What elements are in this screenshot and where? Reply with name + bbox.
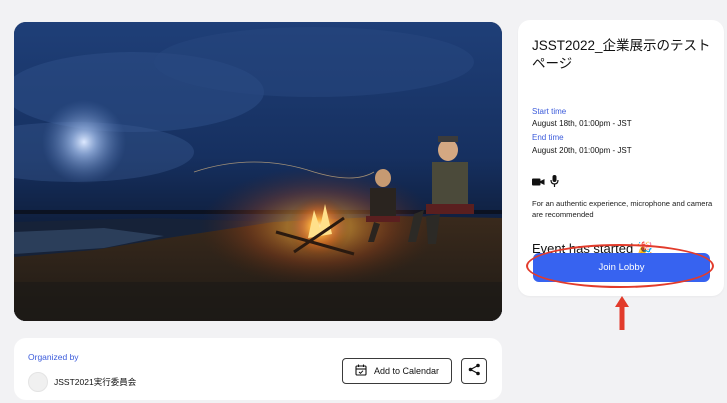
arrow-up-icon — [615, 296, 629, 330]
add-to-calendar-label: Add to Calendar — [374, 366, 440, 376]
device-notice: For an authentic experience, microphone … — [532, 199, 713, 219]
share-icon — [468, 363, 481, 379]
end-time-label: End time — [532, 133, 564, 142]
event-hero-image — [14, 22, 502, 321]
calendar-icon — [355, 364, 367, 378]
device-icons — [532, 174, 559, 192]
share-button[interactable] — [461, 358, 487, 384]
organizer-name[interactable]: JSST2021実行委員会 — [54, 376, 136, 388]
start-time-value: August 18th, 01:00pm - JST — [532, 119, 632, 128]
organized-by-label: Organized by — [28, 352, 79, 362]
microphone-icon — [550, 174, 559, 192]
join-lobby-button[interactable]: Join Lobby — [533, 253, 710, 282]
end-time-value: August 20th, 01:00pm - JST — [532, 146, 632, 155]
event-title: JSST2022_企業展示のテストページ — [532, 38, 711, 71]
organizer-avatar — [28, 372, 48, 392]
camera-icon — [532, 174, 545, 192]
start-time-label: Start time — [532, 107, 567, 116]
add-to-calendar-button[interactable]: Add to Calendar — [342, 358, 452, 384]
organizer-card: Organized by JSST2021実行委員会 Add to Calend… — [14, 338, 502, 400]
